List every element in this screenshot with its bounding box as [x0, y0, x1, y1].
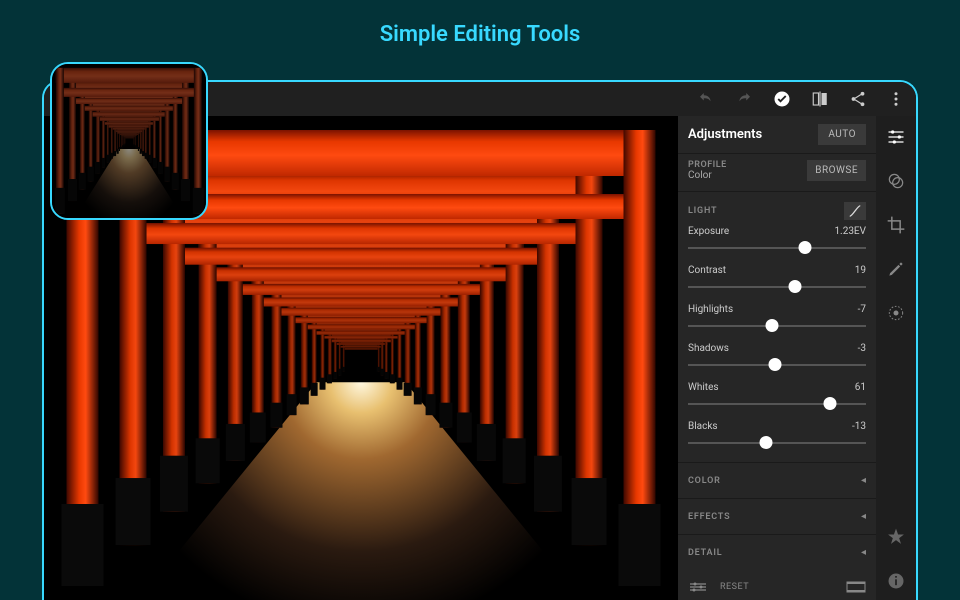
tone-curve-button[interactable]	[844, 202, 866, 220]
adjust-tool[interactable]	[885, 126, 907, 148]
compare-button[interactable]	[810, 89, 830, 109]
redo-button[interactable]	[734, 89, 754, 109]
chevron-left-icon: ◂	[861, 511, 866, 522]
whites-slider[interactable]: Whites 61	[678, 380, 876, 419]
blacks-slider[interactable]: Blacks -13	[678, 419, 876, 462]
detail-group[interactable]: DETAIL◂	[678, 535, 876, 570]
blacks-label: Blacks	[688, 421, 718, 432]
masking-tool[interactable]	[885, 302, 907, 324]
tool-rail	[876, 116, 916, 600]
highlights-label: Highlights	[688, 304, 733, 315]
shadows-slider[interactable]: Shadows -3	[678, 341, 876, 380]
undo-button[interactable]	[696, 89, 716, 109]
highlights-value: -7	[858, 304, 866, 315]
color-group[interactable]: COLOR◂	[678, 463, 876, 499]
info-button[interactable]	[885, 570, 907, 592]
healing-brush-tool[interactable]	[885, 258, 907, 280]
panel-bottom-bar: RESET	[678, 574, 876, 600]
contrast-slider[interactable]: Contrast 19	[678, 263, 876, 302]
auto-button[interactable]: AUTO	[818, 124, 866, 145]
rate-tool[interactable]	[885, 526, 907, 548]
previous-settings-button[interactable]	[684, 580, 712, 594]
shadows-label: Shadows	[688, 343, 729, 354]
contrast-label: Contrast	[688, 265, 726, 276]
overflow-menu-icon[interactable]	[886, 89, 906, 109]
chevron-left-icon: ◂	[861, 547, 866, 558]
exposure-value: 1.23EV	[834, 226, 866, 237]
filmstrip-button[interactable]	[842, 581, 870, 593]
adjustments-panel: Adjustments AUTO PROFILE Color BROWSE LI…	[678, 116, 876, 600]
blacks-value: -13	[852, 421, 866, 432]
page-title: Simple Editing Tools	[0, 0, 960, 47]
contrast-value: 19	[855, 265, 866, 276]
light-group-heading: LIGHT	[688, 206, 717, 216]
effects-group[interactable]: EFFECTS◂	[678, 499, 876, 535]
browse-button[interactable]: BROWSE	[807, 160, 866, 181]
highlights-slider[interactable]: Highlights -7	[678, 302, 876, 341]
exposure-label: Exposure	[688, 226, 729, 237]
adjustments-heading: Adjustments	[688, 127, 762, 142]
confirm-button[interactable]	[772, 89, 792, 109]
original-thumbnail	[50, 62, 208, 220]
color-mix-tool[interactable]	[885, 170, 907, 192]
share-button[interactable]	[848, 89, 868, 109]
reset-button[interactable]: RESET	[720, 582, 749, 592]
exposure-slider[interactable]: Exposure 1.23EV	[678, 224, 876, 263]
profile-label: PROFILE	[688, 160, 727, 170]
crop-tool[interactable]	[885, 214, 907, 236]
chevron-left-icon: ◂	[861, 475, 866, 486]
profile-value: Color	[688, 170, 727, 181]
whites-value: 61	[855, 382, 866, 393]
shadows-value: -3	[858, 343, 866, 354]
whites-label: Whites	[688, 382, 719, 393]
